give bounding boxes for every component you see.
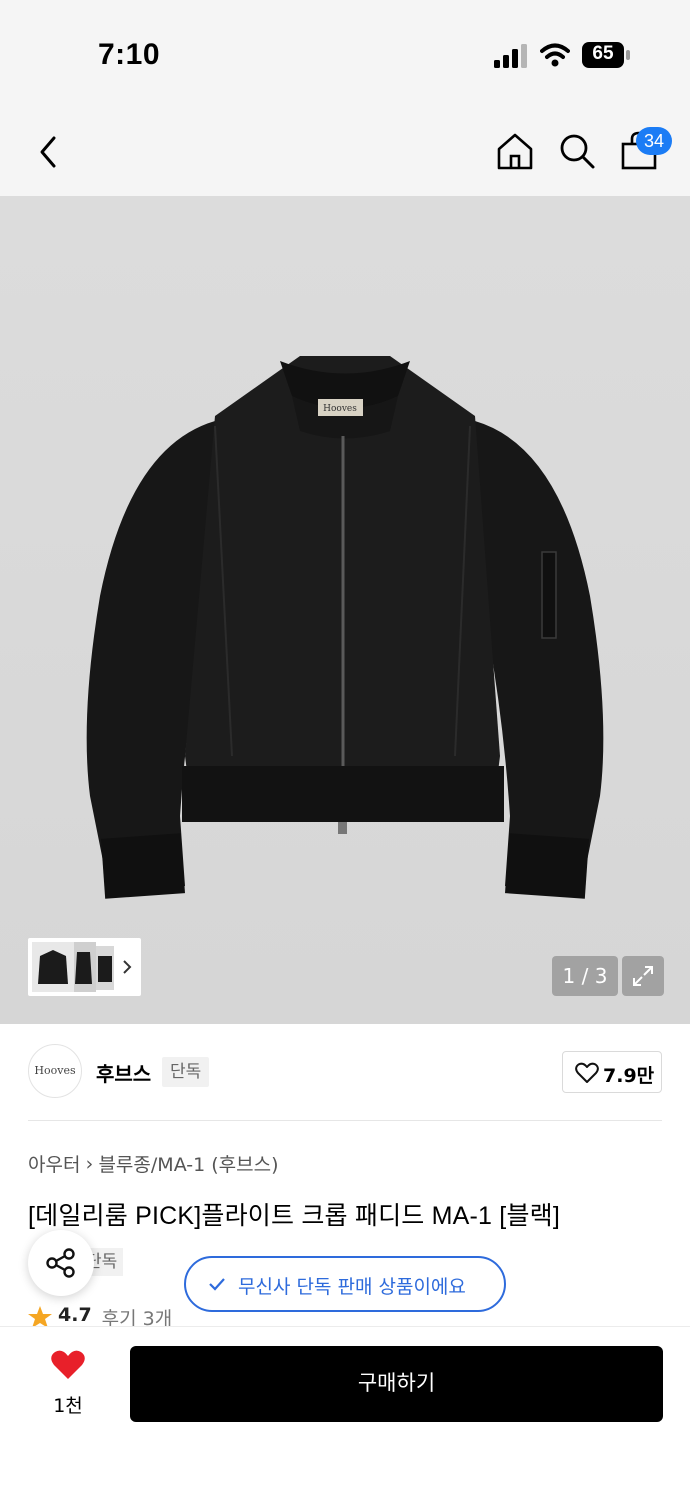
wifi-icon <box>540 43 570 67</box>
brand-exclusive-tag: 단독 <box>162 1057 210 1087</box>
share-button[interactable] <box>28 1230 94 1296</box>
image-counter: 1 / 3 <box>552 956 618 996</box>
chevron-right-icon[interactable] <box>120 958 134 976</box>
wishlist-button[interactable]: 1천 <box>40 1349 96 1418</box>
breadcrumb: 아우터 › 블루종/MA-1 (후브스) <box>28 1150 279 1177</box>
rating-score: 4.7 <box>58 1304 92 1326</box>
bottom-action-bar: 1천 구매하기 <box>0 1326 690 1500</box>
home-icon[interactable] <box>496 132 534 170</box>
back-icon[interactable] <box>36 134 62 170</box>
divider <box>28 1120 662 1121</box>
signal-icon <box>494 44 527 68</box>
breadcrumb-subcategory[interactable]: 블루종/MA-1 (후브스) <box>98 1150 278 1177</box>
exclusive-notice-text: 무신사 단독 판매 상품이에요 <box>238 1276 466 1298</box>
status-bar: 7:10 65 <box>0 0 690 110</box>
search-icon[interactable] <box>558 132 596 170</box>
battery-level: 65 <box>592 43 614 64</box>
product-title: [데일리룸 PICK]플라이트 크롭 패디드 MA-1 [블랙] <box>28 1202 560 1230</box>
jacket-image: Hooves <box>86 356 604 899</box>
brand-like-button[interactable]: 7.9만 <box>562 1051 662 1093</box>
svg-text:Hooves: Hooves <box>323 404 357 414</box>
expand-button[interactable] <box>622 956 664 996</box>
product-image-gallery[interactable]: Hooves 1 / 3 <box>0 196 690 1024</box>
expand-icon <box>633 966 653 986</box>
heart-outline-icon <box>575 1062 599 1083</box>
check-icon <box>209 1278 225 1291</box>
cart-count-badge: 34 <box>636 127 672 155</box>
brand-name[interactable]: 후브스 <box>96 1058 151 1087</box>
brand-row: Hooves 후브스 단독 7.9만 <box>28 1044 662 1100</box>
share-icon <box>46 1248 75 1278</box>
thumbnail-strip[interactable] <box>28 938 141 996</box>
brand-logo[interactable]: Hooves <box>28 1044 82 1098</box>
star-icon <box>28 1306 52 1328</box>
top-navigation <box>0 110 690 196</box>
rating-row[interactable]: 4.7 후기 3개 <box>28 1304 172 1328</box>
exclusive-notice-pill: 무신사 단독 판매 상품이에요 <box>184 1256 506 1312</box>
review-count[interactable]: 후기 3개 <box>102 1304 173 1328</box>
brand-like-count: 7.9만 <box>603 1065 655 1087</box>
breadcrumb-category[interactable]: 아우터 <box>28 1150 80 1177</box>
buy-button[interactable]: 구매하기 <box>130 1346 663 1422</box>
status-time: 7:10 <box>98 38 161 71</box>
chevron-right-icon: › <box>85 1152 94 1175</box>
heart-filled-icon <box>51 1350 85 1379</box>
wishlist-count: 1천 <box>53 1395 83 1417</box>
